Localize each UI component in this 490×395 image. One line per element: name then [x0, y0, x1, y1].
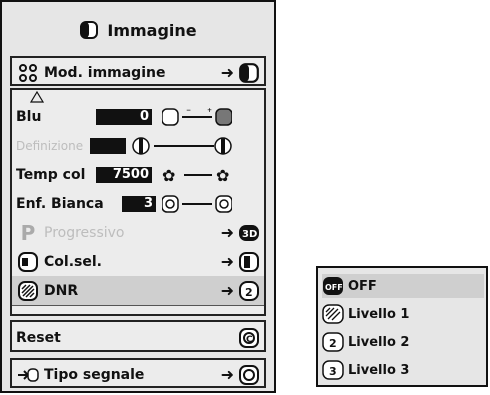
- menu-item-sharpness: Definizione: [12, 131, 264, 160]
- blue-value: 0: [96, 108, 152, 125]
- dnr-submenu: OFF OFF Livello 1 2 Livello 2 3 Livello …: [316, 266, 488, 387]
- svg-text:C: C: [246, 335, 253, 345]
- picture-icon: [239, 62, 259, 83]
- svg-text:+: +: [207, 107, 212, 114]
- arrow-right-icon: ➜: [220, 365, 234, 384]
- svg-text:−: −: [186, 107, 191, 114]
- progressive-label: Progressivo: [44, 224, 125, 241]
- signal-type-label: Tipo segnale: [44, 366, 145, 383]
- svg-text:✿: ✿: [162, 166, 175, 185]
- svg-text:2: 2: [245, 286, 253, 299]
- sharpness-label: Definizione: [16, 138, 84, 153]
- divider: [12, 305, 264, 306]
- level-2-icon: 2: [239, 280, 259, 301]
- reset-box: Reset C: [10, 320, 266, 352]
- menu-item-signal-type[interactable]: Tipo segnale ➜: [12, 360, 264, 389]
- menu-item-white-enhance[interactable]: Enf. Bianca 3: [12, 189, 264, 218]
- progressive-icon: P: [20, 220, 36, 245]
- sharpness-value: [90, 137, 126, 154]
- svg-text:3D: 3D: [242, 229, 257, 240]
- color-select-end-icon: [239, 251, 259, 272]
- menu-item-reset[interactable]: Reset C: [12, 323, 264, 352]
- dnr-label: DNR: [44, 282, 79, 299]
- arrow-right-icon: ➜: [220, 63, 234, 82]
- signal-box: Tipo segnale ➜: [10, 358, 266, 388]
- signal-icon: [239, 364, 259, 385]
- mode-box: Mod. immagine ➜: [10, 56, 266, 86]
- dnr-option-level-1[interactable]: Livello 1: [322, 302, 484, 326]
- white-enhance-slider[interactable]: [162, 193, 232, 215]
- 3d-icon: 3D: [239, 224, 259, 241]
- svg-text:3: 3: [329, 365, 337, 378]
- arrow-right-icon: ➜: [220, 281, 234, 300]
- dnr-level-1-icon: [322, 304, 344, 324]
- svg-text:✿: ✿: [216, 166, 229, 185]
- menu-item-blue[interactable]: Blu 0 − +: [12, 102, 264, 131]
- picture-icon: [80, 21, 99, 39]
- arrow-right-icon: ➜: [220, 223, 234, 242]
- white-enhance-label: Enf. Bianca: [16, 195, 104, 212]
- dnr-option-level-2[interactable]: 2 Livello 2: [322, 330, 484, 354]
- svg-text:OFF: OFF: [325, 283, 343, 292]
- off-icon: OFF: [323, 277, 343, 295]
- level-2-icon: 2: [322, 332, 344, 352]
- level-1-label: Livello 1: [348, 306, 410, 322]
- white-enhance-value: 3: [122, 195, 156, 212]
- menu-item-color-temp[interactable]: Temp col 7500 ✿ ✿: [12, 160, 264, 189]
- color-temp-slider[interactable]: ✿ ✿: [162, 164, 232, 186]
- blue-slider[interactable]: − +: [162, 106, 232, 128]
- color-select-label: Col.sel.: [44, 253, 102, 270]
- dnr-option-off[interactable]: OFF OFF: [322, 274, 484, 298]
- picture-menu: Immagine Mod. immagine ➜ Blu 0 − + Defin…: [0, 0, 276, 393]
- reset-icon: C: [239, 327, 259, 348]
- menu-title: Immagine: [10, 10, 266, 50]
- menu-title-text: Immagine: [107, 20, 197, 40]
- color-select-icon: [18, 251, 38, 272]
- signal-type-icon: [18, 367, 39, 382]
- level-2-label: Livello 2: [348, 334, 410, 350]
- menu-item-color-select[interactable]: Col.sel. ➜: [12, 247, 264, 276]
- picture-mode-label: Mod. immagine: [44, 64, 166, 81]
- dnr-icon: [18, 280, 38, 301]
- sharpness-slider: [132, 136, 232, 155]
- level-3-icon: 3: [322, 360, 344, 380]
- off-label: OFF: [348, 278, 377, 294]
- picture-mode-icon: [19, 63, 37, 82]
- menu-item-progressive: P Progressivo ➜ 3D: [12, 218, 264, 247]
- color-temp-label: Temp col: [16, 166, 86, 183]
- reset-label: Reset: [16, 329, 61, 346]
- level-3-label: Livello 3: [348, 362, 410, 378]
- arrow-right-icon: ➜: [220, 252, 234, 271]
- menu-item-picture-mode[interactable]: Mod. immagine ➜: [12, 58, 264, 87]
- menu-item-dnr[interactable]: DNR ➜ 2: [12, 276, 264, 305]
- settings-box: Blu 0 − + Definizione Temp col 7500 ✿ ✿ …: [10, 88, 266, 316]
- blue-label: Blu: [16, 108, 42, 125]
- dnr-option-level-3[interactable]: 3 Livello 3: [322, 358, 484, 382]
- color-temp-value: 7500: [96, 166, 152, 183]
- svg-text:2: 2: [329, 337, 337, 350]
